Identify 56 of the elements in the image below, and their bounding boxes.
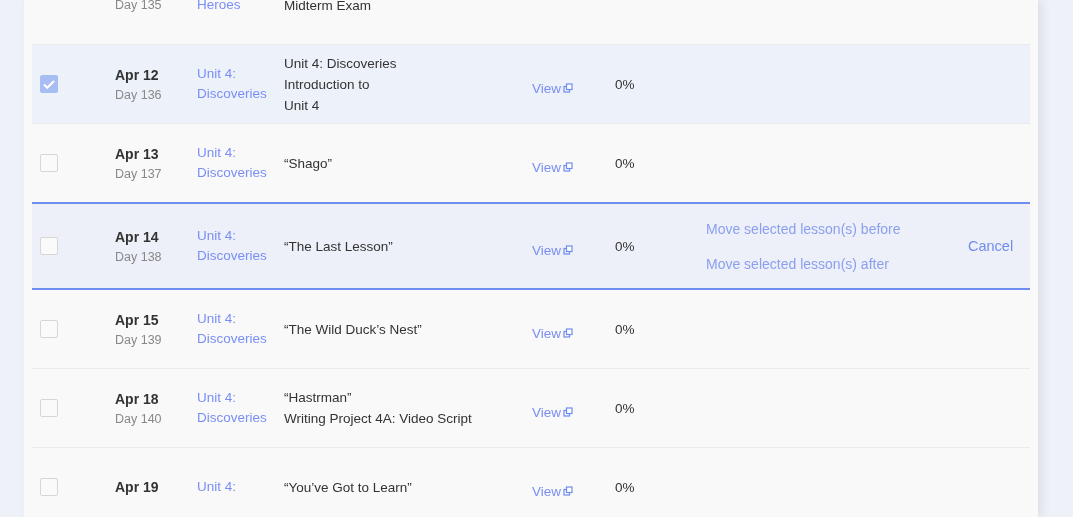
unit-link[interactable]: Unit 4: Discoveries xyxy=(197,388,277,428)
checkbox[interactable] xyxy=(40,399,58,417)
lesson-title: “The Wild Duck’s Nest” xyxy=(284,320,423,339)
move-after-link[interactable]: Move selected lesson(s) after xyxy=(706,255,889,272)
lesson-title: Unit 4 xyxy=(284,96,321,115)
external-link-icon xyxy=(563,162,574,172)
unit-link[interactable]: Unit 4: Discoveries xyxy=(197,226,277,266)
lesson-title: “Shago” xyxy=(284,154,334,173)
checkbox[interactable] xyxy=(40,320,58,338)
lesson-title: Midterm Exam xyxy=(284,0,372,15)
checkbox[interactable] xyxy=(40,237,58,255)
unit-link[interactable]: Unit 4: Discoveries xyxy=(197,309,277,349)
lesson-title: Writing Project 4A: Video Script xyxy=(284,410,473,428)
lesson-date: Apr 15 xyxy=(115,311,160,328)
checkbox[interactable] xyxy=(40,75,58,93)
checkbox[interactable] xyxy=(40,154,58,172)
lesson-title: “You’ve Got to Learn” xyxy=(284,478,413,497)
external-link-icon xyxy=(563,83,574,93)
checkbox[interactable] xyxy=(40,478,58,496)
lesson-date: Apr 14 xyxy=(115,228,160,245)
day-number: Day 139 xyxy=(115,332,163,347)
view-link[interactable]: View xyxy=(532,404,574,420)
external-link-icon xyxy=(563,486,574,496)
move-before-link[interactable]: Move selected lesson(s) before xyxy=(706,220,901,237)
view-link[interactable]: View xyxy=(532,242,574,258)
external-link-icon xyxy=(563,407,574,417)
progress-percent: 0% xyxy=(615,238,635,254)
day-number: Day 135 xyxy=(115,0,163,12)
unit-link[interactable]: Heroes xyxy=(197,0,277,15)
lesson-date: Apr 12 xyxy=(115,66,160,83)
lesson-date: Apr 13 xyxy=(115,145,160,162)
view-link[interactable]: View xyxy=(532,483,574,499)
view-link[interactable]: View xyxy=(532,159,574,175)
day-number: Day 137 xyxy=(115,166,163,181)
progress-percent: 0% xyxy=(615,400,635,416)
view-link[interactable]: View xyxy=(532,80,574,96)
day-number: Day 138 xyxy=(115,249,163,264)
lesson-title: “The Last Lesson” xyxy=(284,237,394,256)
lesson-date: Apr 19 xyxy=(115,479,160,495)
progress-percent: 0% xyxy=(615,321,635,337)
progress-percent: 0% xyxy=(615,155,635,171)
day-number: Day 140 xyxy=(115,411,163,426)
external-link-icon xyxy=(563,328,574,338)
lesson-title: “Hastrman” xyxy=(284,389,353,407)
progress-percent: 0% xyxy=(615,479,635,495)
day-number: Day 136 xyxy=(115,87,163,102)
lesson-title: Unit 4: Discoveries xyxy=(284,54,398,73)
external-link-icon xyxy=(563,245,574,255)
lesson-title: Introduction to xyxy=(284,75,371,94)
cancel-link[interactable]: Cancel xyxy=(968,238,1014,254)
progress-percent: 0% xyxy=(615,76,635,92)
lesson-date: Apr 18 xyxy=(115,390,160,407)
view-link[interactable]: View xyxy=(532,325,574,341)
unit-link[interactable]: Unit 4: Discoveries xyxy=(197,64,277,104)
unit-link[interactable]: Unit 4: Discoveries xyxy=(197,143,277,183)
unit-link[interactable]: Unit 4: xyxy=(197,477,277,497)
